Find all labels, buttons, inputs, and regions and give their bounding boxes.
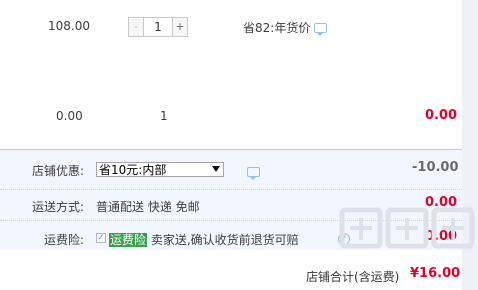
quantity-input[interactable]	[144, 18, 172, 36]
divider	[0, 189, 462, 190]
quantity-stepper[interactable]: - +	[128, 17, 188, 37]
shop-discount-selected: 省10元:内部	[99, 163, 167, 177]
insurance-text: 运费险 卖家送,确认收货前退货可赔	[109, 231, 299, 248]
watermark-logo	[339, 207, 475, 249]
discount-tag: 省82:年货价	[243, 21, 311, 35]
item-price: 0.00	[56, 109, 83, 123]
shop-discount-select[interactable]: 省10元:内部	[96, 162, 224, 177]
chevron-down-icon	[212, 166, 220, 172]
quantity-decrease-button[interactable]: -	[129, 18, 144, 36]
insurance-label: 运费险:	[44, 233, 85, 247]
shop-total-amount: ¥16.00	[410, 266, 461, 281]
insurance-badge: 运费险	[109, 233, 148, 247]
chat-icon[interactable]	[314, 23, 327, 36]
item-price: 108.00	[48, 19, 90, 33]
shop-total-label: 店铺合计(含运费)	[306, 270, 400, 284]
quantity-increase-button[interactable]: +	[172, 18, 187, 36]
shop-discount-label: 店铺优惠:	[32, 164, 85, 178]
shipping-label: 运送方式:	[32, 200, 85, 214]
chat-icon[interactable]	[246, 167, 260, 180]
insurance-checkbox[interactable]: ✓	[96, 233, 106, 243]
item-subtotal: 0.00	[425, 108, 458, 123]
insurance-description: 卖家送,确认收货前退货可赔	[150, 233, 299, 247]
item-quantity: 1	[160, 109, 168, 123]
shipping-method: 普通配送 快递 免邮	[96, 200, 200, 214]
shop-discount-amount: -10.00	[412, 160, 459, 175]
